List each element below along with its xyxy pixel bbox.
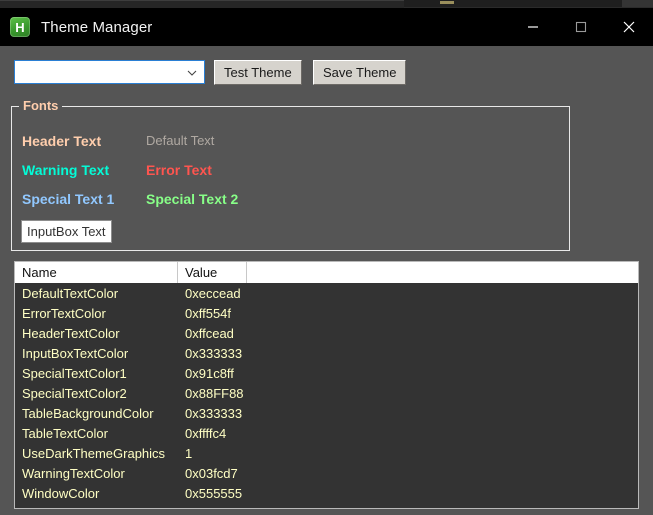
sample-warning-text: Warning Text bbox=[22, 162, 110, 178]
table-row[interactable]: UseDarkThemeGraphics 1 bbox=[15, 443, 638, 463]
table-row[interactable]: WindowColor 0x555555 bbox=[15, 483, 638, 503]
cell-name: TableTextColor bbox=[22, 425, 108, 441]
cell-value: 0x333333 bbox=[185, 405, 243, 421]
cell-name: UseDarkThemeGraphics bbox=[22, 445, 166, 461]
window-title: Theme Manager bbox=[41, 18, 153, 36]
chevron-down-icon bbox=[187, 70, 197, 76]
column-header-blank[interactable] bbox=[247, 262, 638, 283]
table-row[interactable]: TableTextColor 0xffffc4 bbox=[15, 423, 638, 443]
cell-value: 0x91c8ff bbox=[185, 365, 234, 381]
cell-value: 0x333333 bbox=[185, 345, 243, 361]
table-row[interactable]: HeaderTextColor 0xffcead bbox=[15, 323, 638, 343]
background-window-marker bbox=[440, 1, 454, 4]
sample-header-text: Header Text bbox=[22, 133, 102, 149]
cell-value: 0xff554f bbox=[185, 305, 232, 321]
cell-name: WindowColor bbox=[22, 485, 100, 501]
cell-value: 0xffffc4 bbox=[185, 425, 227, 441]
cell-name: WarningTextColor bbox=[22, 465, 125, 481]
table-body: DefaultTextColor 0xeccead ErrorTextColor 0x… bbox=[15, 283, 638, 503]
table-header-row: Name Value bbox=[15, 262, 638, 283]
cell-name: TableBackgroundColor bbox=[22, 405, 154, 421]
cell-name: SpecialTextColor2 bbox=[22, 385, 127, 401]
close-button[interactable] bbox=[605, 8, 653, 46]
save-theme-button[interactable]: Save Theme bbox=[313, 60, 407, 85]
cell-value: 0x88FF88 bbox=[185, 385, 244, 401]
app-icon-letter: H bbox=[15, 19, 25, 35]
property-table[interactable]: Name Value DefaultTextColor 0xeccead Error… bbox=[14, 261, 639, 509]
table-row[interactable]: InputBoxTextColor 0x333333 bbox=[15, 343, 638, 363]
cell-name: SpecialTextColor1 bbox=[22, 365, 127, 381]
cell-value: 0xffcead bbox=[185, 325, 234, 341]
fonts-group-legend: Fonts bbox=[19, 99, 63, 113]
window-controls bbox=[509, 8, 653, 46]
minimize-button[interactable] bbox=[509, 8, 557, 46]
column-header-name[interactable]: Name bbox=[15, 262, 178, 283]
table-row[interactable]: SpecialTextColor1 0x91c8ff bbox=[15, 363, 638, 383]
minimize-icon bbox=[528, 26, 538, 28]
cell-value: 0xeccead bbox=[185, 285, 241, 301]
close-icon bbox=[623, 21, 635, 33]
sample-default-text: Default Text bbox=[146, 133, 215, 148]
sample-error-text: Error Text bbox=[146, 162, 212, 178]
background-window-segment-right bbox=[622, 0, 653, 7]
app-icon: H bbox=[10, 17, 30, 37]
sample-special-text-2: Special Text 2 bbox=[146, 191, 239, 207]
title-bar: H Theme Manager bbox=[0, 8, 653, 46]
test-theme-button[interactable]: Test Theme bbox=[214, 60, 302, 85]
background-window-segment-middle bbox=[404, 0, 622, 7]
cell-name: HeaderTextColor bbox=[22, 325, 120, 341]
table-row[interactable]: SpecialTextColor2 0x88FF88 bbox=[15, 383, 638, 403]
table-row[interactable]: WarningTextColor 0x03fcd7 bbox=[15, 463, 638, 483]
table-row[interactable]: TableBackgroundColor 0x333333 bbox=[15, 403, 638, 423]
cell-name: InputBoxTextColor bbox=[22, 345, 129, 361]
cell-value: 0x555555 bbox=[185, 485, 243, 501]
sample-inputbox-value: InputBox Text bbox=[27, 224, 106, 239]
theme-select[interactable] bbox=[14, 60, 205, 84]
maximize-button[interactable] bbox=[557, 8, 605, 46]
table-row[interactable]: DefaultTextColor 0xeccead bbox=[15, 283, 638, 303]
cell-name: ErrorTextColor bbox=[22, 305, 106, 321]
sample-special-text-1: Special Text 1 bbox=[22, 191, 115, 207]
column-header-value[interactable]: Value bbox=[178, 262, 247, 283]
maximize-icon bbox=[575, 21, 587, 33]
theme-manager-window: H Theme Manager Test Theme Save Theme Fo… bbox=[0, 8, 653, 515]
sample-inputbox[interactable]: InputBox Text bbox=[21, 220, 112, 243]
cell-value: 0x03fcd7 bbox=[185, 465, 238, 481]
background-window-segment-left bbox=[0, 0, 404, 8]
table-row[interactable]: ErrorTextColor 0xff554f bbox=[15, 303, 638, 323]
toolbar: Test Theme Save Theme bbox=[0, 46, 653, 94]
cell-name: DefaultTextColor bbox=[22, 285, 119, 301]
cell-value: 1 bbox=[185, 445, 193, 461]
